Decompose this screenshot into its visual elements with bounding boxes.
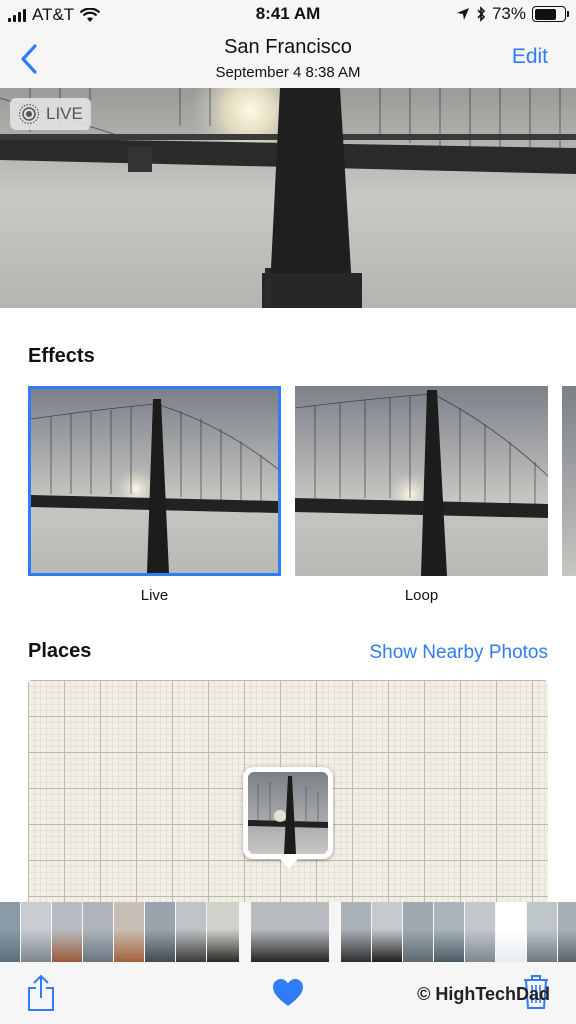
map-photo-pin[interactable] (243, 767, 333, 869)
battery-icon (532, 6, 569, 22)
filmstrip-thumbnail[interactable] (434, 902, 464, 962)
filmstrip-thumbnail[interactable] (558, 902, 576, 962)
filmstrip-thumbnail[interactable] (372, 902, 402, 962)
status-bar: AT&T 8:41 AM 73% (0, 0, 576, 30)
show-nearby-photos-link[interactable]: Show Nearby Photos (370, 642, 549, 664)
filmstrip-thumbnail[interactable] (207, 902, 239, 962)
filmstrip-thumbnail (240, 902, 250, 962)
filmstrip-thumbnail[interactable] (341, 902, 371, 962)
share-icon (28, 974, 54, 1011)
filmstrip-thumbnail[interactable] (114, 902, 144, 962)
bluetooth-icon (477, 6, 486, 22)
battery-fill (534, 8, 556, 20)
share-button[interactable] (26, 974, 56, 1017)
effect-card-loop[interactable] (295, 386, 548, 576)
nav-bar: San Francisco September 4 8:38 AM Edit (0, 30, 576, 88)
live-photo-icon (18, 103, 40, 125)
map-pin-thumbnail (248, 772, 328, 854)
filmstrip-thumbnail[interactable] (0, 902, 20, 962)
status-right: 73% (456, 4, 569, 24)
effect-live-thumbnail (31, 389, 278, 573)
effect-card-next[interactable] (562, 386, 576, 576)
heart-icon (273, 979, 303, 1006)
filmstrip-thumbnail[interactable] (465, 902, 495, 962)
effects-title: Effects (28, 345, 95, 367)
effect-label-live: Live (140, 587, 169, 604)
battery-percent: 73% (491, 4, 526, 23)
edit-button[interactable]: Edit (512, 45, 548, 69)
live-label: LIVE (46, 104, 83, 123)
filmstrip-thumbnail[interactable] (496, 902, 526, 962)
favorite-button[interactable] (272, 978, 304, 1013)
effect-label-loop: Loop (404, 587, 439, 604)
filmstrip-thumbnail[interactable] (251, 902, 329, 962)
nav-subtitle: September 4 8:38 AM (215, 64, 361, 81)
filmstrip-thumbnail[interactable] (176, 902, 206, 962)
filmstrip-thumbnail[interactable] (527, 902, 557, 962)
filmstrip-thumbnail[interactable] (52, 902, 82, 962)
filmstrip-thumbnail (330, 902, 340, 962)
places-title: Places (28, 640, 92, 662)
nav-title: San Francisco (224, 36, 352, 58)
filmstrip-thumbnail[interactable] (21, 902, 51, 962)
location-arrow-icon (456, 8, 469, 20)
main-photo[interactable]: LIVE (0, 88, 576, 308)
effect-card-live[interactable] (28, 386, 281, 576)
photo-filmstrip[interactable] (0, 902, 576, 962)
filmstrip-thumbnail[interactable] (83, 902, 113, 962)
live-badge[interactable]: LIVE (10, 98, 91, 130)
filmstrip-thumbnail[interactable] (145, 902, 175, 962)
filmstrip-thumbnail[interactable] (403, 902, 433, 962)
watermark: © HighTechDad (417, 984, 550, 1004)
effect-loop-thumbnail (295, 386, 548, 576)
